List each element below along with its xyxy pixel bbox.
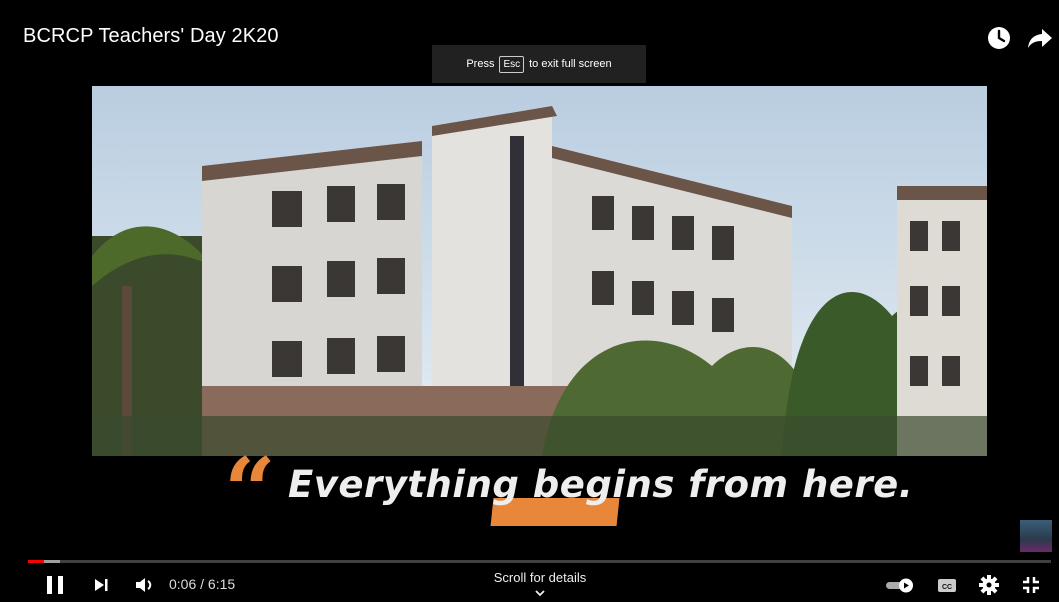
volume-icon[interactable] xyxy=(133,573,155,597)
clock-icon[interactable] xyxy=(986,25,1012,51)
progress-played xyxy=(28,560,45,563)
svg-text:CC: CC xyxy=(942,584,952,591)
progress-bar[interactable] xyxy=(28,560,1051,563)
channel-watermark[interactable] xyxy=(1020,520,1052,552)
autoplay-toggle-icon[interactable] xyxy=(884,573,916,597)
hint-text-after: to exit full screen xyxy=(529,58,612,70)
video-title[interactable]: BCRCP Teachers' Day 2K20 xyxy=(23,25,279,48)
chevron-down-icon xyxy=(535,590,545,597)
share-arrow-icon[interactable] xyxy=(1027,25,1053,51)
video-frame[interactable] xyxy=(92,86,987,456)
time-display: 0:06 / 6:15 xyxy=(169,576,236,592)
scroll-hint-label: Scroll for details xyxy=(493,570,587,585)
exit-fullscreen-hint: Press Esc to exit full screen xyxy=(432,45,646,83)
quote-mark-icon: “ xyxy=(224,438,276,544)
esc-key-label: Esc xyxy=(499,55,525,73)
next-icon[interactable] xyxy=(92,573,110,597)
video-caption-text: Everything begins from here. xyxy=(288,463,914,506)
exit-fullscreen-icon[interactable] xyxy=(1020,573,1042,597)
scroll-for-details[interactable]: Scroll for details xyxy=(470,570,610,600)
hint-text-before: Press xyxy=(466,58,495,70)
gear-icon[interactable] xyxy=(978,573,1000,597)
pause-icon[interactable] xyxy=(44,573,66,597)
progress-buffered xyxy=(44,560,60,563)
cc-icon[interactable]: CC xyxy=(936,573,958,597)
